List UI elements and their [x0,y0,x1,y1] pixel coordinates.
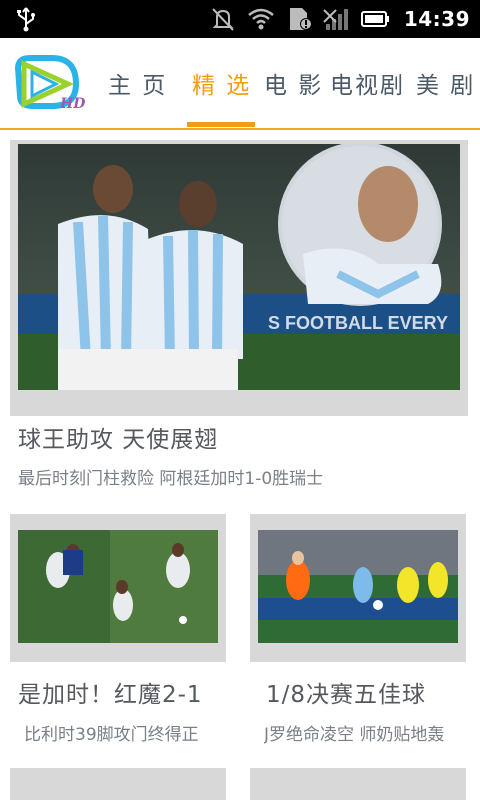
tab-movies[interactable]: 电 影 [264,66,323,100]
video-card-2-title[interactable]: 1/8决赛五佳球 [266,675,480,709]
hero-subtitle: 最后时刻门柱救险 阿根廷加时1-0胜瑞士 [18,469,324,489]
active-tab-indicator [187,122,255,127]
signal-icon [323,9,348,30]
video-card-1-subtitle: 比利时39脚攻门终得正 [24,725,199,745]
video-card-2[interactable] [250,514,466,662]
wifi-icon [248,8,274,30]
tab-bar: 主 页 精 选 电 影 电视剧 美 剧 [96,38,480,128]
hero-title[interactable]: 球王助攻 天使展翅 [18,420,218,454]
battery-icon [360,11,389,27]
video-card-2-subtitle: J罗绝命凌空 师奶贴地轰 [264,725,445,745]
video-card-1[interactable] [10,514,226,662]
hero-banner-text: S FOOTBALL EVERY [268,313,448,333]
hero-image: S FOOTBALL EVERY [18,144,460,390]
app-header: HD 主 页 精 选 电 影 电视剧 美 剧 [0,38,480,128]
status-bar: 14:39 [0,0,480,38]
video-card-3[interactable] [10,768,226,800]
logo-hd-text: HD [60,96,86,112]
video-card-2-thumbnail [258,530,458,643]
mute-icon [212,8,234,31]
video-card-1-thumbnail [18,530,218,643]
tab-home[interactable]: 主 页 [108,66,167,100]
clock: 14:39 [403,7,470,31]
video-card-1-title[interactable]: 是加时！红魔2-1 [18,675,236,709]
video-card-4[interactable] [250,768,466,800]
app-logo[interactable]: HD [10,50,86,114]
tab-featured[interactable]: 精 选 [192,66,251,100]
sim-alert-icon [289,8,312,30]
featured-feed[interactable]: S FOOTBALL EVERY 球王助攻 天使展翅 最后时刻门柱救险 阿根廷加… [0,130,480,800]
tab-us-series[interactable]: 美 剧 [416,66,475,100]
tab-tv-series[interactable]: 电视剧 [330,66,405,100]
usb-icon [17,7,35,32]
hero-card[interactable]: S FOOTBALL EVERY [10,140,468,416]
